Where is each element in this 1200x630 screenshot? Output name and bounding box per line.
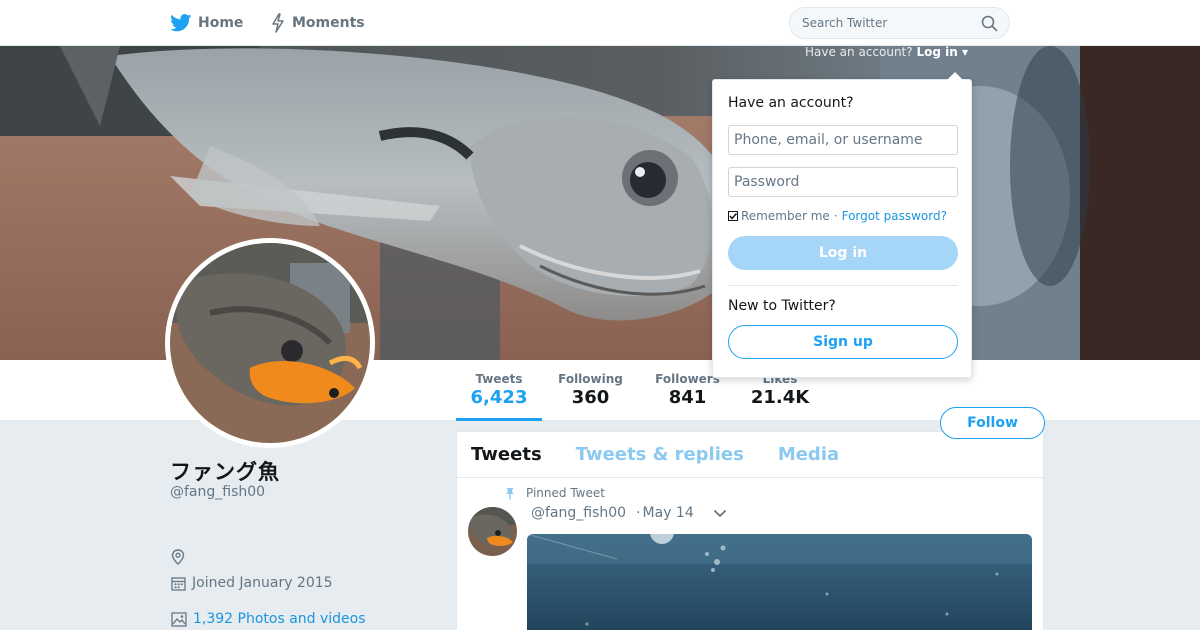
image-icon	[171, 611, 187, 627]
stat-label: Tweets	[475, 372, 523, 386]
tweet-avatar[interactable]	[468, 507, 517, 556]
nav-moments-label: Moments	[292, 15, 365, 31]
stat-value: 6,423	[470, 387, 528, 408]
remember-row: Remember me · Forgot password?	[728, 209, 956, 223]
login-dropdown-title: Have an account?	[728, 95, 854, 111]
location-pin-icon	[171, 549, 185, 565]
tweet-media-image[interactable]	[527, 534, 1032, 630]
profile-joined-label: Joined January 2015	[192, 575, 333, 591]
stat-following[interactable]: Following 360	[553, 360, 628, 421]
profile-name: ファング魚	[170, 460, 280, 484]
dropdown-caret	[947, 72, 963, 80]
lightning-bolt-icon	[272, 13, 284, 33]
stat-value: 21.4K	[750, 387, 810, 408]
log-in-button[interactable]: Log in	[728, 236, 958, 270]
timeline: Tweets Tweets & replies Media Pinned Twe…	[456, 431, 1044, 630]
profile-handle[interactable]: @fang_fish00	[170, 484, 265, 500]
pin-icon	[506, 487, 514, 499]
login-dropdown: Have an account? Remember me · Forgot pa…	[712, 72, 972, 378]
remember-me-checkbox[interactable]	[728, 211, 738, 221]
stat-value: 360	[571, 387, 610, 408]
sign-up-button[interactable]: Sign up	[728, 325, 958, 359]
login-hint: Have an account? Log in ▾	[805, 45, 968, 59]
chevron-down-icon[interactable]	[713, 509, 727, 519]
stat-tweets[interactable]: Tweets 6,423	[456, 360, 542, 421]
tab-media[interactable]: Media	[778, 444, 839, 465]
stat-value: 841	[668, 387, 707, 408]
search-box	[789, 7, 1010, 39]
remember-separator: ·	[833, 209, 838, 223]
login-toggle-label: Log in	[916, 45, 958, 59]
calendar-icon	[171, 576, 186, 591]
stat-label: Following	[558, 372, 623, 386]
dropdown-divider	[728, 285, 958, 286]
pinned-tweet-label: Pinned Tweet	[504, 486, 605, 500]
search-input[interactable]	[790, 8, 970, 38]
password-field[interactable]	[728, 167, 958, 197]
username-field[interactable]	[728, 125, 958, 155]
new-to-twitter-label: New to Twitter?	[728, 298, 836, 314]
pinned-tweet-text: Pinned Tweet	[526, 486, 605, 500]
nav-home[interactable]: Home	[170, 0, 243, 46]
photos-link[interactable]: 1,392 Photos and videos	[193, 611, 366, 627]
nav-home-label: Home	[198, 15, 244, 31]
top-navigation-bar: Home Moments	[0, 0, 1200, 46]
profile-avatar[interactable]	[165, 238, 375, 448]
profile-photos: 1,392 Photos and videos	[171, 611, 366, 627]
tab-tweets-replies[interactable]: Tweets & replies	[576, 444, 744, 465]
tweet-header: @fang_fish00 · May 14	[531, 505, 694, 521]
forgot-password-link[interactable]: Forgot password?	[842, 209, 947, 223]
login-hint-text: Have an account?	[805, 45, 913, 59]
follow-button[interactable]: Follow	[940, 407, 1045, 439]
twitter-bird-icon	[170, 14, 192, 32]
tweet-handle[interactable]: @fang_fish00	[531, 505, 626, 521]
remember-me-label[interactable]: Remember me	[741, 209, 830, 223]
login-toggle[interactable]: Log in ▾	[916, 45, 968, 59]
nav-moments[interactable]: Moments	[270, 0, 365, 46]
tweet-date[interactable]: May 14	[643, 505, 694, 521]
profile-location	[171, 549, 191, 565]
tab-tweets[interactable]: Tweets	[471, 444, 542, 465]
profile-joined: Joined January 2015	[171, 575, 333, 591]
tweet-separator: ·	[636, 505, 641, 521]
search-icon[interactable]	[981, 15, 998, 32]
